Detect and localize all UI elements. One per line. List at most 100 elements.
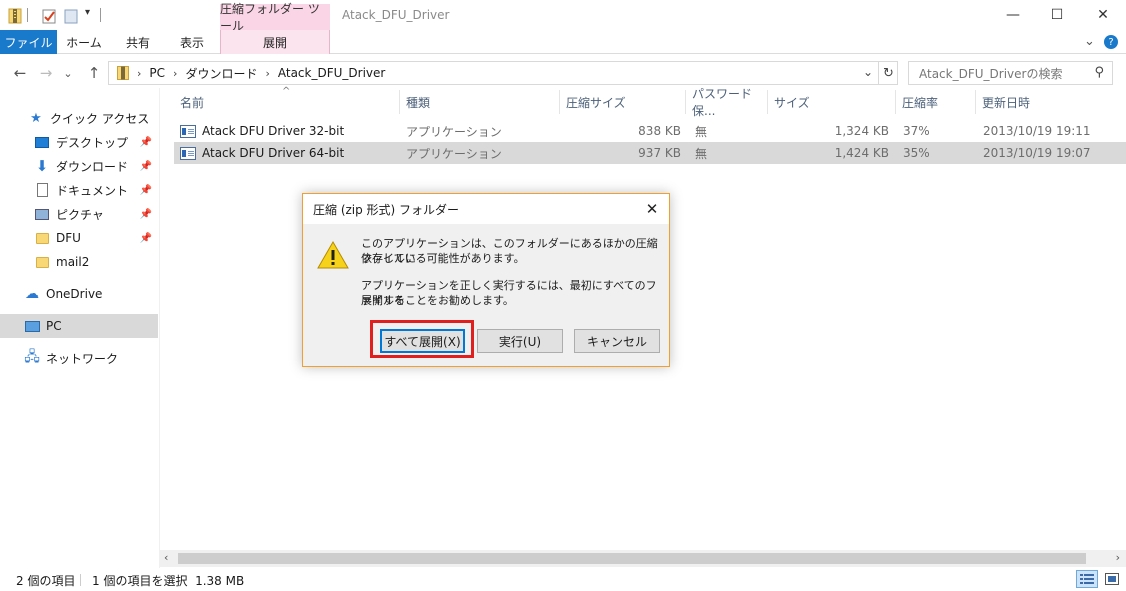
compressed-folder-dialog: 圧縮 (zip 形式) フォルダー ✕ このアプリケーションは、このフォルダーに… <box>302 193 670 367</box>
sidebar-item-label: ピクチャ <box>56 207 104 222</box>
file-size: 1,424 KB <box>834 146 889 160</box>
navigation-pane: ★ クイック アクセス デスクトップ 📌 ⬇ ダウンロード 📌 ドキュメント 📌… <box>0 88 158 558</box>
address-dropdown-icon[interactable]: ⌄ <box>863 65 873 79</box>
sidebar-item-onedrive[interactable]: ☁ OneDrive <box>0 282 158 306</box>
sidebar-item-label: DFU <box>56 231 81 245</box>
sidebar-item-downloads[interactable]: ⬇ ダウンロード 📌 <box>0 154 158 178</box>
chevron-right-icon[interactable]: › <box>173 67 177 80</box>
ribbon-tab-row: ファイル ホーム 共有 表示 展開 ⌄ ? <box>0 30 1126 54</box>
breadcrumb-pc[interactable]: PC <box>149 66 165 80</box>
details-view-icon <box>1080 574 1094 584</box>
column-header-modified[interactable]: 更新日時 <box>976 90 1126 114</box>
maximize-button[interactable]: ☐ <box>1034 0 1080 30</box>
pin-icon: 📌 <box>139 208 152 220</box>
toolbar-divider <box>27 8 28 22</box>
recent-locations-button[interactable]: ⌄ <box>58 63 78 83</box>
scrollbar-thumb[interactable] <box>178 553 1086 564</box>
application-icon <box>180 146 196 160</box>
cancel-button[interactable]: キャンセル <box>574 329 660 353</box>
ribbon-expand-icon[interactable]: ⌄ <box>1084 34 1095 49</box>
sidebar-item-documents[interactable]: ドキュメント 📌 <box>0 178 158 202</box>
large-icons-view-icon <box>1105 573 1119 585</box>
tab-home[interactable]: ホーム <box>58 30 110 54</box>
document-icon <box>34 182 50 198</box>
address-bar[interactable]: › PC › ダウンロード › Atack_DFU_Driver ⌄ ↻ <box>108 61 898 85</box>
help-icon[interactable]: ? <box>1104 35 1118 49</box>
search-input[interactable]: Atack_DFU_Driverの検索 ⚲ <box>908 61 1113 85</box>
file-compressed-size: 838 KB <box>638 124 681 138</box>
tab-extract[interactable]: 展開 <box>220 30 330 54</box>
chevron-right-icon[interactable]: › <box>265 67 269 80</box>
minimize-button[interactable]: — <box>990 0 1036 30</box>
tab-share[interactable]: 共有 <box>112 30 164 54</box>
column-header-size[interactable]: サイズ <box>768 90 896 114</box>
table-row[interactable]: Atack DFU Driver 64-bit アプリケーション 937 KB … <box>174 142 1126 164</box>
dialog-close-button[interactable]: ✕ <box>641 198 663 220</box>
pin-icon: 📌 <box>139 232 152 244</box>
tab-view[interactable]: 表示 <box>166 30 218 54</box>
column-header-name[interactable]: 名前 <box>174 90 400 114</box>
pc-icon <box>24 318 40 334</box>
address-row: ← → ⌄ ↑ › PC › ダウンロード › Atack_DFU_Driver… <box>0 58 1126 88</box>
search-icon[interactable]: ⚲ <box>1094 65 1104 80</box>
picture-icon <box>34 206 50 222</box>
sidebar-item-pictures[interactable]: ピクチャ 📌 <box>0 202 158 226</box>
pin-icon: 📌 <box>139 160 152 172</box>
network-icon: 🖧 <box>24 349 40 365</box>
breadcrumb-current[interactable]: Atack_DFU_Driver <box>278 66 385 80</box>
file-type: アプリケーション <box>406 124 502 139</box>
sidebar-item-label: デスクトップ <box>56 135 129 150</box>
desktop-icon <box>34 134 50 150</box>
column-header-ratio[interactable]: 圧縮率 <box>896 90 976 114</box>
refresh-button[interactable]: ↻ <box>878 62 898 84</box>
customize-quick-access-icon[interactable]: ▾ <box>85 7 90 18</box>
back-button[interactable]: ← <box>10 63 30 83</box>
run-button[interactable]: 実行(U) <box>477 329 563 353</box>
status-bar: 2 個の項目 1 個の項目を選択 1.38 MB <box>0 568 1126 591</box>
file-name: Atack DFU Driver 64-bit <box>202 146 345 160</box>
new-folder-icon[interactable] <box>64 8 78 24</box>
file-password: 無 <box>695 124 708 139</box>
sidebar-item-label: ネットワーク <box>46 351 119 366</box>
application-icon <box>180 124 196 138</box>
file-compressed-size: 937 KB <box>638 146 681 160</box>
file-name-cell: Atack DFU Driver 32-bit <box>180 120 400 142</box>
scroll-right-icon[interactable]: › <box>1116 551 1120 564</box>
sidebar-item-dfu[interactable]: DFU 📌 <box>0 226 158 250</box>
folder-icon <box>34 230 50 246</box>
column-header-compressed-size[interactable]: 圧縮サイズ <box>560 90 686 114</box>
star-icon: ★ <box>30 110 42 126</box>
scroll-left-icon[interactable]: ‹ <box>164 551 168 564</box>
large-icons-view-button[interactable] <box>1101 570 1123 588</box>
sidebar-item-pc[interactable]: PC <box>0 314 158 338</box>
status-item-count: 2 個の項目 <box>16 574 76 588</box>
highlight-box <box>370 320 474 358</box>
sidebar-item-mail2[interactable]: mail2 <box>0 250 158 274</box>
sidebar-item-quick-access[interactable]: ★ クイック アクセス <box>0 106 158 130</box>
folder-icon <box>34 254 50 270</box>
dialog-message-line: 展開することをお勧めします。 <box>361 294 514 307</box>
column-header-password[interactable]: パスワード保... <box>686 87 768 118</box>
file-password: 無 <box>695 146 708 161</box>
dialog-title-bar: 圧縮 (zip 形式) フォルダー ✕ <box>303 194 669 224</box>
cloud-icon: ☁ <box>25 286 39 302</box>
file-ratio: 37% <box>903 124 930 138</box>
sidebar-item-desktop[interactable]: デスクトップ 📌 <box>0 130 158 154</box>
sidebar-item-network[interactable]: 🖧 ネットワーク <box>0 346 158 370</box>
toolbar-divider <box>100 8 101 22</box>
zip-folder-icon[interactable] <box>8 8 22 24</box>
file-size: 1,324 KB <box>834 124 889 138</box>
column-header-type[interactable]: 種類 <box>400 90 560 114</box>
details-view-button[interactable] <box>1076 570 1098 588</box>
up-button[interactable]: ↑ <box>84 63 104 83</box>
breadcrumb-downloads[interactable]: ダウンロード <box>185 65 257 82</box>
file-name-cell: Atack DFU Driver 64-bit <box>180 142 400 164</box>
column-headers: 名前 種類 圧縮サイズ パスワード保... サイズ 圧縮率 更新日時 <box>174 87 1126 118</box>
table-row[interactable]: Atack DFU Driver 32-bit アプリケーション 838 KB … <box>174 120 1126 142</box>
close-button[interactable]: ✕ <box>1080 0 1126 30</box>
forward-button[interactable]: → <box>36 63 56 83</box>
warning-icon <box>317 240 349 269</box>
tab-file[interactable]: ファイル <box>0 30 57 54</box>
properties-icon[interactable] <box>42 8 56 24</box>
sidebar-item-label: PC <box>46 319 62 333</box>
